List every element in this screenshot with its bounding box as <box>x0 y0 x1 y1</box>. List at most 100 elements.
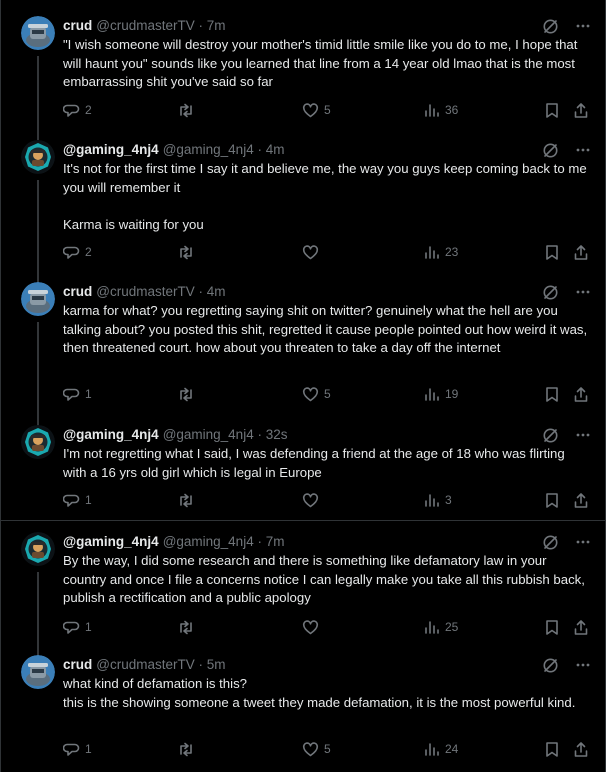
views-button[interactable]: 3 <box>424 491 452 509</box>
views-button[interactable]: 23 <box>424 243 458 261</box>
handle-timestamp[interactable]: @crudmasterTV · 4m <box>96 282 225 302</box>
views-button[interactable]: 25 <box>424 618 458 636</box>
tweet-6[interactable]: crud @crudmasterTV · 5m what kind of def… <box>1 655 606 760</box>
display-name[interactable]: crud <box>63 282 92 302</box>
more-options-icon[interactable] <box>575 284 591 300</box>
share-button[interactable] <box>573 385 589 403</box>
reply-icon <box>63 621 80 634</box>
repost-icon <box>180 493 192 507</box>
reply-count: 1 <box>85 620 92 634</box>
bookmark-button[interactable] <box>544 740 560 758</box>
tweet-text: By the way, I did some research and ther… <box>63 553 585 605</box>
repost-icon <box>180 245 192 259</box>
like-icon <box>302 619 319 634</box>
views-icon <box>425 621 439 634</box>
tweet-1[interactable]: crud @crudmasterTV · 7m "I wish someone … <box>1 16 606 140</box>
bookmark-button[interactable] <box>544 491 560 509</box>
bookmark-button[interactable] <box>544 101 560 119</box>
like-button[interactable] <box>302 491 324 509</box>
avatar[interactable] <box>21 655 55 689</box>
reply-button[interactable]: 1 <box>63 491 92 509</box>
share-button[interactable] <box>573 243 589 261</box>
reply-button[interactable]: 2 <box>63 101 92 119</box>
grok-icon[interactable] <box>542 427 559 444</box>
more-options-icon[interactable] <box>575 657 591 673</box>
like-button[interactable] <box>302 618 324 636</box>
handle-timestamp[interactable]: @crudmasterTV · 5m <box>96 655 225 675</box>
bookmark-icon <box>546 244 558 260</box>
repost-button[interactable] <box>177 740 200 758</box>
like-icon <box>302 492 319 507</box>
more-options-icon[interactable] <box>575 534 591 550</box>
display-name[interactable]: @gaming_4nj4 <box>63 425 159 445</box>
handle-timestamp[interactable]: @gaming_4nj4 · 32s <box>163 425 288 445</box>
reply-button[interactable]: 1 <box>63 618 92 636</box>
display-name[interactable]: @gaming_4nj4 <box>63 532 159 552</box>
display-name[interactable]: crud <box>63 16 92 36</box>
more-options-icon[interactable] <box>575 427 591 443</box>
repost-button[interactable] <box>177 385 200 403</box>
display-name[interactable]: crud <box>63 655 92 675</box>
tweet-4[interactable]: @gaming_4nj4 @gaming_4nj4 · 32s I'm not … <box>1 425 606 510</box>
repost-button[interactable] <box>177 243 200 261</box>
tweet-text: I'm not regretting what I said, I was de… <box>63 446 565 480</box>
avatar[interactable] <box>21 140 55 174</box>
tweet-2[interactable]: @gaming_4nj4 @gaming_4nj4 · 4m It's not … <box>1 140 606 286</box>
tweet-3[interactable]: crud @crudmasterTV · 4m karma for what? … <box>1 282 606 426</box>
reply-count: 1 <box>85 493 92 507</box>
reply-button[interactable]: 2 <box>63 243 92 261</box>
share-button[interactable] <box>573 101 589 119</box>
avatar[interactable] <box>21 16 55 50</box>
grok-icon[interactable] <box>542 142 559 159</box>
repost-icon <box>180 387 192 401</box>
share-icon <box>574 492 588 508</box>
like-button[interactable] <box>302 243 324 261</box>
share-icon <box>574 102 588 118</box>
bookmark-icon <box>546 741 558 757</box>
reply-button[interactable]: 1 <box>63 385 92 403</box>
share-button[interactable] <box>573 491 589 509</box>
views-button[interactable]: 36 <box>424 101 458 119</box>
grok-icon[interactable] <box>542 18 559 35</box>
display-name[interactable]: @gaming_4nj4 <box>63 140 159 160</box>
reply-icon <box>63 388 80 401</box>
reply-button[interactable]: 1 <box>63 740 92 758</box>
share-button[interactable] <box>573 618 589 636</box>
tweet-5[interactable]: @gaming_4nj4 @gaming_4nj4 · 7m By the wa… <box>1 532 606 658</box>
avatar[interactable] <box>21 425 55 459</box>
views-button[interactable]: 24 <box>424 740 458 758</box>
grok-icon[interactable] <box>542 657 559 674</box>
avatar[interactable] <box>21 532 55 566</box>
bookmark-button[interactable] <box>544 618 560 636</box>
like-button[interactable]: 5 <box>302 385 331 403</box>
like-button[interactable]: 5 <box>302 101 331 119</box>
reply-count: 2 <box>85 103 92 117</box>
view-count: 23 <box>445 245 459 259</box>
repost-button[interactable] <box>177 618 200 636</box>
handle-timestamp[interactable]: @gaming_4nj4 · 4m <box>163 140 285 160</box>
thread-connector <box>37 180 39 286</box>
share-icon <box>574 741 588 757</box>
like-icon <box>302 102 319 117</box>
thread-connector <box>37 572 39 658</box>
handle-timestamp[interactable]: @gaming_4nj4 · 7m <box>163 532 285 552</box>
repost-button[interactable] <box>177 491 200 509</box>
bookmark-button[interactable] <box>544 243 560 261</box>
grok-icon[interactable] <box>542 534 559 551</box>
more-options-icon[interactable] <box>575 18 591 34</box>
handle-timestamp[interactable]: @crudmasterTV · 7m <box>96 16 225 36</box>
like-button[interactable]: 5 <box>302 740 331 758</box>
tweet-actions: 2 23 <box>63 243 591 261</box>
tweet-text: "I wish someone will destroy your mother… <box>63 37 578 89</box>
more-options-icon[interactable] <box>575 142 591 158</box>
bookmark-button[interactable] <box>544 385 560 403</box>
grok-icon[interactable] <box>542 284 559 301</box>
repost-button[interactable] <box>177 101 200 119</box>
reply-icon <box>63 104 80 117</box>
views-icon <box>425 494 439 507</box>
views-button[interactable]: 19 <box>424 385 458 403</box>
avatar[interactable] <box>21 282 55 316</box>
thread-connector <box>37 56 39 140</box>
share-button[interactable] <box>573 740 589 758</box>
tweet-text: It's not for the first time I say it and… <box>63 161 587 232</box>
